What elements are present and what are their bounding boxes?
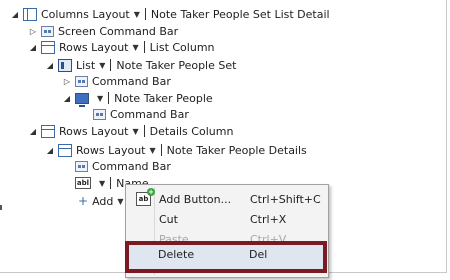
add-button-icon: ab +: [136, 188, 155, 206]
separator: [110, 59, 112, 71]
control-type-label[interactable]: Rows Layout: [59, 125, 129, 138]
control-type-label[interactable]: Columns Layout: [41, 8, 130, 21]
chevron-down-icon[interactable]: ▼: [99, 179, 105, 188]
command-bar-icon: [41, 25, 54, 37]
command-bar-icon: [75, 160, 88, 172]
item-label: Command Bar: [110, 107, 189, 121]
separator: [144, 8, 146, 20]
splitter-handle[interactable]: [0, 205, 2, 210]
menu-item-label: Cut: [159, 212, 178, 226]
item-label: Command Bar: [92, 74, 171, 88]
expand-triangle-icon[interactable]: ▷: [28, 26, 38, 36]
tree-row-screen-command-bar[interactable]: ▷ Screen Command Bar: [28, 23, 178, 39]
separator: [143, 41, 145, 53]
tree-row-list-item[interactable]: ◢ ▼ Note Taker People: [62, 90, 213, 107]
item-label: Note Taker People Details: [166, 143, 307, 157]
separator: [143, 125, 145, 137]
control-type-label[interactable]: List: [76, 59, 95, 72]
chevron-down-icon[interactable]: ▼: [133, 43, 139, 52]
collapse-triangle-icon[interactable]: ◢: [28, 42, 38, 52]
list-icon: [58, 58, 72, 72]
item-label: Command Bar: [92, 159, 171, 173]
collapse-triangle-icon[interactable]: ◢: [28, 126, 38, 136]
menu-item-shortcut: Del: [249, 247, 268, 261]
tree-row-item-command-bar[interactable]: Command Bar: [93, 106, 189, 122]
chevron-down-icon[interactable]: ▼: [133, 127, 139, 136]
chevron-down-icon[interactable]: ▼: [99, 61, 105, 70]
columns-layout-icon: [23, 7, 37, 21]
menu-item-shortcut: Ctrl+Shift+C: [250, 192, 321, 206]
tree-row-rows-layout-list-column[interactable]: ◢ Rows Layout ▼ List Column: [28, 39, 215, 55]
item-label: List Column: [149, 40, 215, 54]
item-label: Note Taker People Set List Detail: [150, 7, 330, 21]
collapse-triangle-icon[interactable]: ◢: [45, 60, 55, 70]
collapse-triangle-icon[interactable]: ◢: [62, 93, 72, 103]
item-label: Note Taker People Set: [116, 58, 237, 72]
menu-item-cut[interactable]: Cut Ctrl+X: [126, 209, 328, 229]
item-label: Details Column: [149, 124, 234, 138]
separator: [110, 177, 112, 189]
plus-icon: +: [78, 194, 89, 208]
command-bar-icon: [75, 75, 88, 87]
menu-item-label: Delete: [158, 247, 195, 261]
item-label: Note Taker People: [114, 91, 213, 105]
tree-row-rows-layout-details-column[interactable]: ◢ Rows Layout ▼ Details Column: [28, 123, 233, 139]
rows-layout-icon: [58, 143, 72, 157]
chevron-down-icon[interactable]: ▼: [97, 94, 103, 103]
control-type-label[interactable]: Rows Layout: [59, 41, 129, 54]
expand-triangle-icon[interactable]: ▷: [62, 76, 72, 86]
rows-layout-icon: [41, 40, 55, 54]
tree-row-columns-layout[interactable]: ◢ Columns Layout ▼ Note Taker People Set…: [10, 6, 330, 22]
tree-row-details-command-bar[interactable]: Command Bar: [75, 158, 171, 174]
tree-row-list[interactable]: ◢ List ▼ Note Taker People Set: [45, 57, 236, 73]
menu-item-delete[interactable]: Delete Del: [125, 244, 327, 264]
menu-item-label: Add Button...: [159, 192, 232, 206]
collapse-triangle-icon[interactable]: ◢: [10, 9, 20, 19]
menu-item-add-button[interactable]: ab + Add Button... Ctrl+Shift+C: [126, 188, 328, 209]
separator: [160, 144, 162, 156]
tree-row-list-command-bar[interactable]: ▷ Command Bar: [62, 73, 171, 89]
command-bar-icon: [93, 108, 106, 120]
summary-control-icon: [75, 92, 89, 107]
menu-item-shortcut: Ctrl+X: [250, 212, 287, 226]
chevron-down-icon[interactable]: ▼: [134, 10, 140, 19]
item-label: Screen Command Bar: [58, 24, 179, 38]
separator: [108, 92, 110, 104]
control-type-label[interactable]: Rows Layout: [76, 144, 146, 157]
tree-row-rows-layout-details[interactable]: ◢ Rows Layout ▼ Note Taker People Detail…: [45, 142, 307, 158]
chevron-down-icon[interactable]: ▼: [150, 146, 156, 155]
add-label: Add: [92, 194, 114, 208]
collapse-triangle-icon[interactable]: ◢: [45, 145, 55, 155]
chevron-down-icon[interactable]: ▼: [117, 197, 123, 206]
rows-layout-icon: [41, 124, 55, 138]
add-control-button[interactable]: + Add ▼: [78, 193, 128, 209]
text-box-icon: abl: [75, 177, 91, 189]
